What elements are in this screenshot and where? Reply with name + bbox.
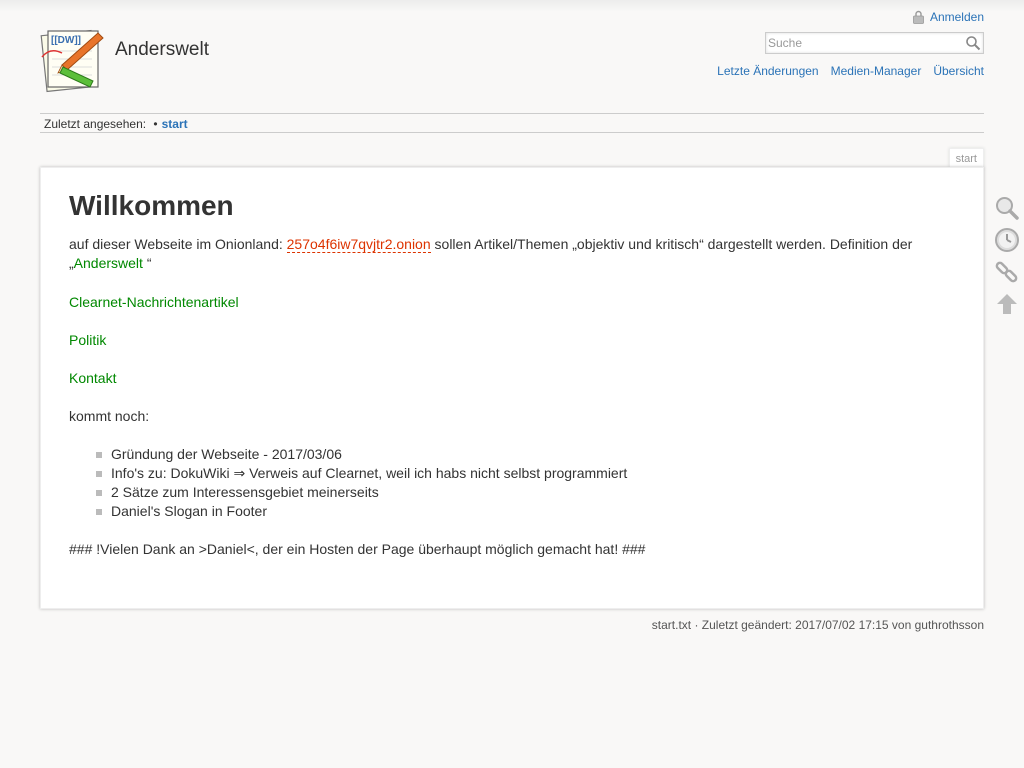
search-form xyxy=(765,32,984,54)
list-item: 2 Sätze zum Interessensgebiet meinerseit… xyxy=(96,483,949,502)
old-revisions-button[interactable] xyxy=(994,227,1020,253)
doc-info: start.txt · Zuletzt geändert: 2017/07/02… xyxy=(651,618,984,632)
history-icon xyxy=(995,228,1019,252)
breadcrumb-label: Zuletzt angesehen: xyxy=(44,117,147,131)
search-button[interactable] xyxy=(965,35,981,51)
page-title: Willkommen xyxy=(69,190,234,221)
lock-icon xyxy=(912,10,925,24)
list-item: Gründung der Webseite - 2017/03/06 xyxy=(96,445,949,464)
page-content: Willkommen auf dieser Webseite im Onionl… xyxy=(40,167,984,609)
backlinks-button[interactable] xyxy=(994,259,1020,285)
site-title[interactable]: Anderswelt xyxy=(115,39,209,61)
backlinks-icon xyxy=(995,261,1018,283)
breadcrumb: Zuletzt angesehen: • start xyxy=(40,113,984,133)
search-icon xyxy=(966,36,981,51)
site-tools: Letzte Änderungen Medien-Manager Übersic… xyxy=(717,64,984,78)
recent-changes-link[interactable]: Letzte Änderungen xyxy=(717,64,818,78)
page-id-tab: start xyxy=(948,148,984,169)
back-to-top-button[interactable] xyxy=(994,291,1020,317)
search-icon xyxy=(996,197,1019,220)
show-page-button[interactable] xyxy=(994,195,1020,221)
list-item: Info's zu: DokuWiki ⇒ Verweis auf Clearn… xyxy=(96,464,949,483)
clearnet-news-link[interactable]: Clearnet-Nachrichtenartikel xyxy=(69,294,239,310)
onion-link[interactable]: 257o4f6iw7qvjtr2.onion xyxy=(286,236,431,253)
logo-text: [[DW]] xyxy=(51,35,81,46)
breadcrumb-item-start[interactable]: start xyxy=(162,117,188,131)
search-input[interactable] xyxy=(766,33,965,53)
upcoming-label: kommt noch: xyxy=(69,408,150,424)
page-tools xyxy=(994,195,1020,323)
article-body: auf dieser Webseite im Onionland: 257o4f… xyxy=(69,235,949,559)
login-link[interactable]: Anmelden xyxy=(912,10,984,24)
site-logo[interactable]: [[DW]] xyxy=(40,27,106,93)
sitemap-link[interactable]: Übersicht xyxy=(933,64,984,78)
anderswelt-link[interactable]: Anderswelt xyxy=(74,255,143,271)
breadcrumb-separator: • xyxy=(153,117,158,131)
intro-paragraph: auf dieser Webseite im Onionland: 257o4f… xyxy=(69,235,949,274)
intro-text: auf dieser Webseite im Onionland: xyxy=(69,236,283,252)
list-item: Daniel's Slogan in Footer xyxy=(96,502,949,521)
top-gradient xyxy=(0,0,1024,12)
back-to-top-icon xyxy=(997,294,1017,314)
contact-link[interactable]: Kontakt xyxy=(69,370,116,386)
thanks-text: ### !Vielen Dank an >Daniel<, der ein Ho… xyxy=(69,541,646,557)
politics-link[interactable]: Politik xyxy=(69,332,106,348)
login-label: Anmelden xyxy=(929,10,984,24)
media-manager-link[interactable]: Medien-Manager xyxy=(831,64,922,78)
intro-text-end: “ xyxy=(142,255,152,271)
todo-list: Gründung der Webseite - 2017/03/06 Info'… xyxy=(69,445,949,521)
